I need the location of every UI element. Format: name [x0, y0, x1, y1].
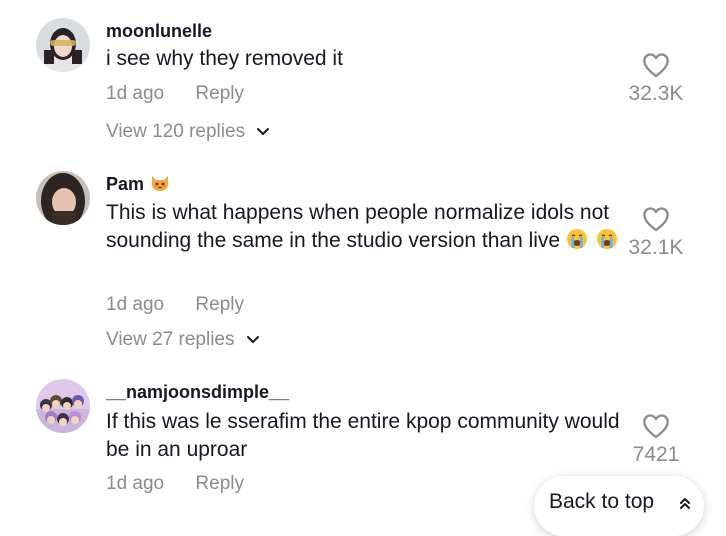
- timestamp: 1d ago: [106, 83, 165, 104]
- avatar[interactable]: [36, 171, 90, 225]
- comment-meta: 1d ago Reply: [106, 83, 244, 105]
- heart-icon: [643, 53, 669, 78]
- chevron-down-icon: [246, 335, 259, 343]
- like-count: 32.3K: [628, 82, 684, 105]
- crying-face-emoji: [567, 229, 588, 249]
- heart-icon: [643, 414, 669, 439]
- reply-button[interactable]: Reply: [195, 294, 244, 315]
- like-button[interactable]: 32.1K: [616, 206, 696, 260]
- comment-meta: 1d ago Reply: [106, 294, 244, 316]
- cat-emoji: [152, 176, 169, 191]
- view-replies-button[interactable]: View 27 replies: [106, 329, 260, 351]
- view-replies-label: View 120 replies: [106, 121, 246, 142]
- username-text: Pam: [106, 174, 145, 194]
- comment-text: If this was le sserafim the entire kpop …: [106, 410, 620, 461]
- comment-meta: 1d ago Reply: [106, 473, 244, 495]
- like-button[interactable]: 7421: [616, 413, 696, 467]
- username[interactable]: moonlunelle: [106, 21, 212, 42]
- like-count: 32.1K: [628, 236, 684, 259]
- like-button[interactable]: 32.3K: [616, 52, 696, 106]
- back-to-top-label: Back to top: [549, 490, 655, 513]
- timestamp: 1d ago: [106, 294, 165, 315]
- like-count: 7421: [632, 443, 680, 466]
- comment-text-content: This is what happens when people normali…: [106, 201, 610, 252]
- avatar[interactable]: [36, 18, 90, 72]
- view-replies-label: View 27 replies: [106, 329, 235, 350]
- view-replies-button[interactable]: View 120 replies: [106, 121, 270, 143]
- comment-text: This is what happens when people normali…: [106, 199, 626, 255]
- back-to-top-button[interactable]: Back to top: [534, 476, 704, 536]
- heart-icon: [643, 207, 669, 232]
- comment-text: i see why they removed it: [106, 47, 343, 70]
- reply-button[interactable]: Reply: [195, 473, 244, 494]
- reply-button[interactable]: Reply: [195, 83, 244, 104]
- username[interactable]: Pam: [106, 174, 170, 195]
- timestamp: 1d ago: [106, 473, 165, 494]
- chevron-down-icon: [257, 127, 270, 135]
- avatar[interactable]: [36, 379, 90, 433]
- crying-face-emoji: [597, 229, 618, 249]
- username[interactable]: __namjoonsdimple__: [106, 382, 289, 403]
